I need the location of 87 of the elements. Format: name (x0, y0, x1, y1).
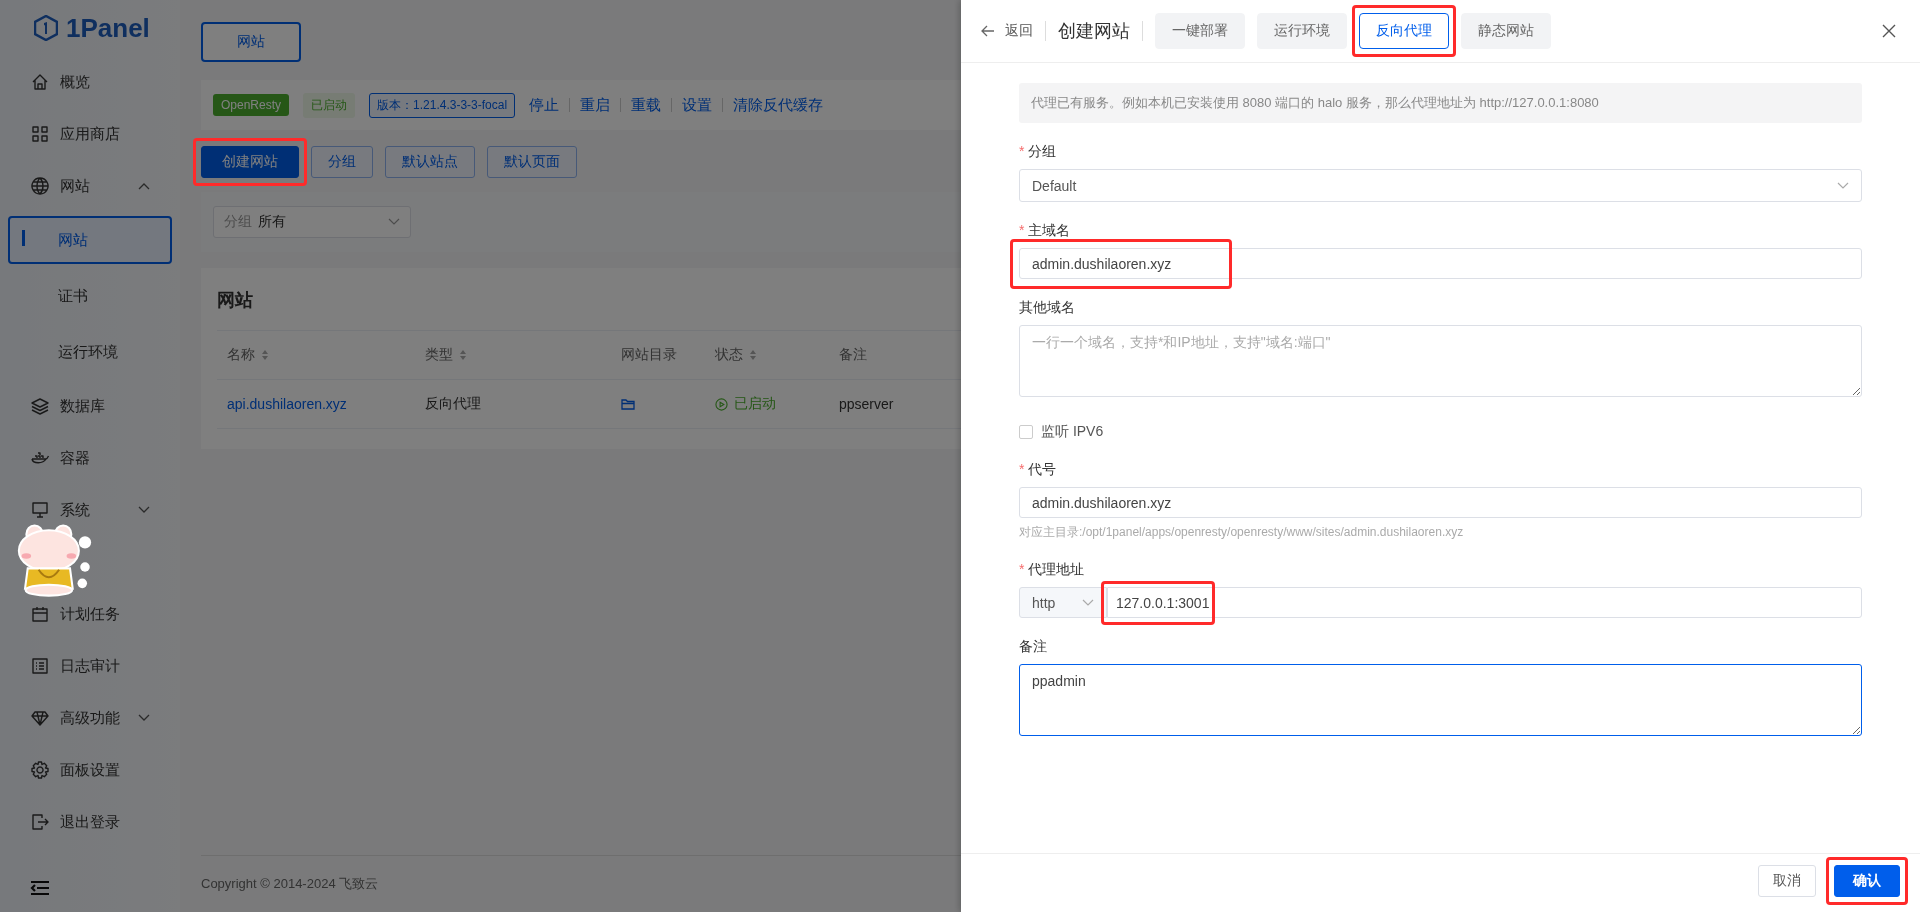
field-label: 其他域名 (1019, 299, 1075, 315)
diamond-icon (30, 708, 50, 728)
drawer-title: 创建网站 (1058, 20, 1130, 43)
version-tag: 版本：1.21.4.3-3-3-focal (369, 92, 516, 118)
type-tab[interactable]: 反向代理 (1359, 13, 1449, 49)
action-link[interactable]: 停止 (529, 95, 560, 115)
sidebar-item[interactable]: 计划任务 (0, 588, 180, 640)
ipv6-checkbox[interactable]: 监听 IPV6 (1019, 423, 1862, 441)
sort-icon[interactable] (261, 349, 269, 361)
field-label: 备注 (1019, 638, 1047, 654)
required-mark: * (1019, 222, 1025, 238)
page-tab[interactable]: 网站 (201, 22, 301, 62)
sidebar-item[interactable]: 系统 (0, 484, 180, 536)
play-circle-icon (715, 397, 728, 411)
type-tab[interactable]: 静态网站 (1461, 13, 1551, 49)
chevron-down-icon (1082, 598, 1094, 607)
column-header[interactable]: 类型 (415, 346, 611, 364)
gear-icon (30, 760, 50, 780)
type-tab[interactable]: 一键部署 (1155, 13, 1245, 49)
input-field[interactable]: admin.dushilaoren.xyz (1019, 248, 1862, 279)
site-link[interactable]: api.dushilaoren.xyz (227, 396, 347, 412)
table-cell-text: 反向代理 (424, 395, 482, 413)
sidebar-item[interactable]: 数据库 (0, 380, 180, 432)
sidebar-item[interactable]: 高级功能 (0, 692, 180, 744)
sidebar-item[interactable]: 退出登录 (0, 796, 180, 848)
action-link[interactable]: 重启 (580, 95, 611, 115)
sort-icon[interactable] (749, 349, 757, 361)
list-icon (30, 656, 50, 676)
logo-icon (34, 15, 58, 41)
action-link[interactable]: 设置 (682, 95, 713, 115)
sidebar-item[interactable]: 面板设置 (0, 744, 180, 796)
menu-icon[interactable] (30, 880, 50, 896)
sidebar-subitem[interactable]: 网站 (8, 216, 172, 264)
calendar-icon (30, 604, 50, 624)
required-mark: * (1019, 461, 1025, 477)
footer-button[interactable]: 确认 (1834, 865, 1900, 897)
sidebar-item[interactable]: 应用商店 (0, 108, 180, 160)
field-label: 代理地址 (1028, 561, 1085, 577)
back-link[interactable]: 返回 (981, 22, 1033, 40)
hint-text: 对应主目录:/opt/1panel/apps/openresty/openresty/www/sites/admin.dushilaoren.xyz (1019, 524, 1465, 541)
required-mark: * (1019, 561, 1025, 577)
toolbar-button[interactable]: 默认站点 (385, 146, 475, 178)
sidebar-item[interactable]: 网站 (0, 160, 180, 212)
toolbar-button[interactable]: 分组 (311, 146, 373, 178)
input-field[interactable]: admin.dushilaoren.xyz (1019, 487, 1862, 518)
close-icon[interactable] (1882, 24, 1896, 38)
sidebar-item[interactable]: 概览 (0, 56, 180, 108)
sidebar-subitem[interactable]: 运行环境 (8, 328, 172, 376)
field-label: 代号 (1028, 461, 1057, 477)
column-header[interactable]: 状态 (705, 346, 829, 364)
app-logo-text: 1Panel (66, 12, 150, 44)
input-field[interactable]: 127.0.0.1:3001 (1107, 587, 1862, 618)
home-icon (30, 72, 50, 92)
action-link[interactable]: 重载 (631, 95, 662, 115)
toolbar-button[interactable]: 默认页面 (487, 146, 577, 178)
app-tag: OpenResty (213, 94, 290, 116)
action-link[interactable]: 清除反代缓存 (733, 95, 824, 115)
group-select[interactable]: Default (1019, 169, 1862, 202)
arrow-left-icon (981, 25, 995, 37)
toolbar-button[interactable]: 创建网站 (201, 146, 299, 178)
monitor-icon (30, 500, 50, 520)
info-alert: 代理已有服务。例如本机已安装使用 8080 端口的 halo 服务，那么代理地址为 http://127.0.0.1:8080 (1019, 83, 1862, 123)
status-text: 已启动 (734, 395, 776, 413)
textarea-field[interactable]: 一行一个域名，支持*和IP地址，支持"域名:端口" (1019, 325, 1862, 397)
card-title: 网站 (217, 289, 253, 312)
sidebar-item[interactable]: 容器 (0, 432, 180, 484)
field-label: 分组 (1028, 143, 1057, 159)
folder-icon[interactable] (621, 398, 635, 410)
required-mark: * (1019, 143, 1025, 159)
status-tag: 已启动 (303, 92, 356, 118)
type-tab[interactable]: 运行环境 (1257, 13, 1347, 49)
grid-icon (30, 124, 50, 144)
column-header[interactable]: 网站目录 (611, 346, 705, 364)
sidebar-subitem[interactable]: 证书 (8, 272, 172, 320)
globe-icon (30, 176, 50, 196)
layers-icon (30, 396, 50, 416)
table-cell-text: ppserver (838, 396, 895, 412)
column-header[interactable]: 名称 (217, 346, 415, 364)
field-label: 主域名 (1028, 222, 1071, 238)
logout-icon (30, 812, 50, 832)
chevron-down-icon (388, 218, 400, 226)
footer-button[interactable]: 取消 (1758, 865, 1816, 897)
textarea-field[interactable]: ppadmin (1019, 664, 1862, 736)
scheme-select[interactable]: http (1019, 587, 1107, 618)
chevron-down-icon (1837, 181, 1849, 190)
sort-icon[interactable] (459, 349, 467, 361)
sidebar-item[interactable]: 日志审计 (0, 640, 180, 692)
